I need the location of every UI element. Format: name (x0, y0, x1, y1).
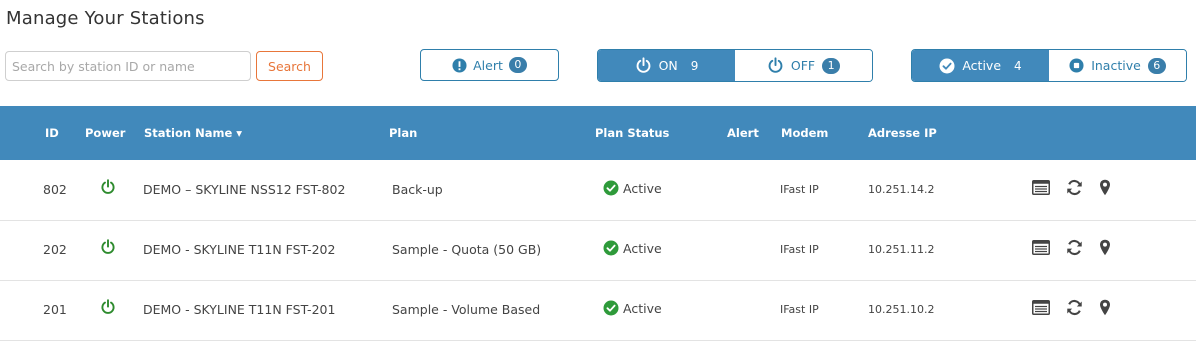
details-icon[interactable] (1032, 240, 1050, 258)
refresh-icon[interactable] (1066, 179, 1083, 199)
refresh-icon[interactable] (1066, 239, 1083, 259)
map-pin-icon[interactable] (1099, 299, 1111, 319)
plan-name: Sample - Quota (50 GB) (392, 242, 542, 257)
inactive-filter-label: Inactive (1091, 58, 1141, 73)
power-icon (767, 57, 784, 74)
power-on-icon (100, 179, 116, 198)
modem-name: IFast IP (780, 303, 819, 316)
col-header-station-name[interactable]: Station Name ▾ (144, 126, 242, 140)
power-off-label: OFF (790, 58, 816, 73)
plan-name: Sample - Volume Based (392, 302, 541, 317)
modem-name: IFast IP (780, 243, 819, 256)
power-icon (635, 57, 652, 74)
map-pin-icon[interactable] (1099, 239, 1111, 259)
plan-status: Active (603, 180, 662, 196)
search-input[interactable] (5, 51, 251, 81)
refresh-icon[interactable] (1066, 299, 1083, 319)
table-row[interactable]: 802 DEMO – SKYLINE NSS12 FST-802 Back-up… (0, 160, 1196, 221)
active-filter[interactable]: Active 4 (912, 50, 1049, 81)
power-on-count: 9 (690, 58, 699, 73)
station-name[interactable]: DEMO - SKYLINE T11N FST-201 (143, 302, 335, 317)
col-header-plan[interactable]: Plan (389, 126, 417, 140)
ip-address: 10.251.10.2 (868, 303, 935, 316)
power-off-filter[interactable]: OFF 1 (735, 50, 872, 81)
station-id: 201 (43, 302, 67, 317)
power-on-icon (100, 239, 116, 258)
plan-status: Active (603, 300, 662, 316)
inactive-count-badge: 6 (1147, 57, 1166, 74)
power-on-label: ON (658, 58, 678, 73)
details-icon[interactable] (1032, 180, 1050, 198)
alert-count-badge: 0 (508, 57, 527, 73)
page-title: Manage Your Stations (6, 8, 205, 29)
col-header-ip[interactable]: Adresse IP (868, 126, 937, 140)
alert-filter-label: Alert (473, 57, 503, 73)
station-name[interactable]: DEMO – SKYLINE NSS12 FST-802 (143, 182, 345, 197)
stop-circle-icon (1069, 58, 1084, 73)
plan-status-label: Active (623, 180, 662, 196)
col-header-alert[interactable]: Alert (727, 126, 759, 140)
table-row[interactable]: 202 DEMO - SKYLINE T11N FST-202 Sample -… (0, 220, 1196, 281)
col-header-modem[interactable]: Modem (781, 126, 828, 140)
check-circle-icon (603, 180, 619, 196)
check-circle-icon (939, 58, 955, 74)
modem-name: IFast IP (780, 183, 819, 196)
power-on-icon (100, 299, 116, 318)
active-filter-label: Active (962, 58, 1002, 73)
exclamation-circle-icon (452, 57, 467, 73)
inactive-filter[interactable]: Inactive 6 (1049, 50, 1186, 81)
ip-address: 10.251.14.2 (868, 183, 935, 196)
active-filter-count: 4 (1014, 58, 1022, 73)
plan-status-label: Active (623, 300, 662, 316)
col-header-power[interactable]: Power (85, 126, 125, 140)
plan-status-label: Active (623, 240, 662, 256)
table-header: ID Power Station Name ▾ Plan Plan Status… (0, 106, 1196, 160)
col-header-id[interactable]: ID (45, 126, 59, 140)
power-on-filter[interactable]: ON 9 (598, 50, 735, 81)
table-row[interactable]: 201 DEMO - SKYLINE T11N FST-201 Sample -… (0, 280, 1196, 341)
alert-filter-button[interactable]: Alert 0 (420, 49, 559, 81)
station-name[interactable]: DEMO - SKYLINE T11N FST-202 (143, 242, 335, 257)
search-button[interactable]: Search (256, 51, 323, 81)
map-pin-icon[interactable] (1099, 179, 1111, 199)
check-circle-icon (603, 240, 619, 256)
details-icon[interactable] (1032, 300, 1050, 318)
power-off-count-badge: 1 (822, 57, 841, 74)
ip-address: 10.251.11.2 (868, 243, 935, 256)
power-filter-group: ON 9 OFF 1 (597, 49, 873, 82)
plan-status-filter-group: Active 4 Inactive 6 (911, 49, 1187, 82)
station-id: 202 (43, 242, 67, 257)
station-id: 802 (43, 182, 67, 197)
plan-name: Back-up (392, 182, 443, 197)
check-circle-icon (603, 300, 619, 316)
plan-status: Active (603, 240, 662, 256)
col-header-plan-status[interactable]: Plan Status (595, 126, 669, 140)
